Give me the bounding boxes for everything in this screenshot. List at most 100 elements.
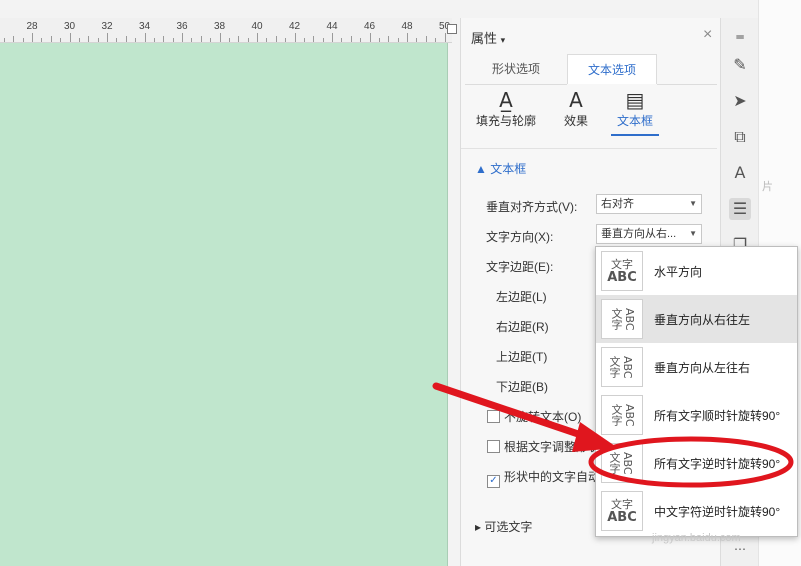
ruler-minor-tick	[50, 36, 52, 42]
subtab-text-box[interactable]: ▤ 文本框	[611, 88, 659, 129]
ruler-minor-tick	[360, 38, 362, 42]
ruler-tick	[332, 33, 333, 42]
ruler-tick	[32, 33, 33, 42]
cursor-icon[interactable]: ➤	[729, 90, 751, 112]
ruler-tick-label: 48	[401, 21, 413, 32]
ruler-tick-label: 44	[326, 21, 338, 32]
ruler-minor-tick	[313, 36, 315, 42]
ruler-minor-tick	[60, 38, 62, 42]
wrap-text-checkbox[interactable]: ✓ 形状中的文字自动	[487, 468, 600, 488]
ruler-tick	[257, 33, 258, 42]
subtab-label: 文本框	[616, 114, 653, 128]
valign-label: 垂直对齐方式(V):	[486, 200, 578, 214]
ruler-minor-tick	[247, 38, 249, 42]
ruler-minor-tick	[191, 38, 193, 42]
shapes-icon[interactable]: ⧉	[729, 126, 751, 148]
section-header-optional-text[interactable]: ▸ 可选文字	[475, 518, 532, 535]
ruler-minor-tick	[238, 36, 240, 42]
ruler-tick	[219, 33, 221, 42]
text-cjk-rotate-icon: 文字 ABC	[601, 491, 643, 531]
ruler-minor-tick	[163, 36, 165, 42]
subtab-fill-outline[interactable]: A̲ 填充与轮廓	[471, 88, 541, 129]
ruler-minor-tick	[303, 38, 305, 42]
section-header-text-box[interactable]: ▲ 文本框	[475, 160, 526, 177]
direction-value: 垂直方向从右...	[601, 228, 677, 240]
ruler-tick-label: 32	[101, 21, 113, 32]
ruler-tick-label: 40	[251, 21, 263, 32]
ruler-tick	[407, 33, 408, 42]
ruler-minor-tick	[116, 38, 118, 42]
ruler-minor-tick	[153, 38, 155, 42]
ruler-minor-tick	[200, 36, 202, 42]
collapse-icon[interactable]: ═	[729, 26, 751, 48]
active-subtab-indicator	[611, 134, 659, 136]
text-horizontal-icon: 文字 ABC	[601, 251, 643, 291]
side-text: 片	[762, 181, 773, 193]
ruler-minor-tick	[350, 36, 352, 42]
ruler-minor-tick	[322, 38, 324, 42]
annotation-ellipse-icon	[588, 436, 794, 488]
ruler-handle-icon[interactable]	[447, 24, 457, 34]
watermark: jingyan.baidu.com	[652, 532, 741, 544]
valign-select[interactable]: 右对齐 ▼	[596, 194, 702, 214]
option-label: 垂直方向从左往右	[654, 361, 751, 375]
ruler-minor-tick	[22, 38, 24, 42]
ruler-tick	[144, 33, 146, 42]
panel-title[interactable]: 属性 ▾	[471, 28, 505, 47]
option-vertical-rtl[interactable]: ABC 文字 垂直方向从右往左	[596, 295, 797, 343]
subtab-label: 效果	[563, 114, 588, 128]
settings-sliders-icon[interactable]: ☰	[729, 198, 751, 220]
tab-divider	[657, 84, 717, 85]
subtab-label: 填充与轮廓	[475, 114, 536, 128]
direction-label: 文字方向(X):	[486, 230, 554, 244]
checkmark-icon: ✓	[487, 475, 500, 488]
text-vertical-rtl-icon: ABC 文字	[601, 299, 643, 339]
option-label: 中文字符逆时针旋转90°	[654, 505, 781, 519]
ruler-tick-label: 42	[288, 21, 301, 32]
selected-shape[interactable]	[0, 43, 448, 566]
chevron-down-icon: ▼	[689, 199, 697, 208]
ruler-tick-label: 46	[363, 21, 376, 32]
ruler-minor-tick	[266, 38, 268, 42]
ruler-minor-tick	[285, 38, 287, 42]
ruler-minor-tick	[13, 36, 15, 42]
option-label: 垂直方向从右往左	[654, 313, 751, 327]
ruler-tick	[182, 33, 183, 42]
ruler-minor-tick	[125, 36, 127, 42]
divider	[461, 148, 717, 149]
ruler-tick-label: 38	[213, 21, 226, 32]
option-label: 水平方向	[654, 265, 703, 279]
panel-title-text: 属性	[471, 31, 498, 46]
close-icon[interactable]: ×	[703, 26, 712, 44]
ruler-minor-tick	[210, 38, 212, 42]
direction-select[interactable]: 垂直方向从右... ▼	[596, 224, 702, 244]
ruler-minor-tick	[378, 38, 380, 42]
right-margin-label: 右边距(R)	[496, 320, 549, 334]
ruler-tick	[69, 33, 71, 42]
ruler-tick	[294, 33, 296, 42]
top-margin-label: 上边距(T)	[496, 350, 548, 364]
ruler-minor-tick	[397, 38, 399, 42]
ruler-minor-tick	[135, 38, 137, 42]
ruler-minor-tick	[435, 38, 437, 42]
ruler-minor-tick	[228, 38, 230, 42]
ruler-minor-tick	[78, 38, 80, 42]
pen-icon[interactable]: ✎	[729, 54, 751, 76]
margin-label: 文字边距(E):	[486, 260, 554, 274]
ruler-minor-tick	[3, 38, 5, 42]
subtab-effect[interactable]: A 效果	[556, 88, 596, 129]
ruler-minor-tick	[425, 36, 427, 42]
text-fill-icon: A̲	[499, 88, 513, 112]
tab-text-options[interactable]: 文本选项	[567, 54, 657, 84]
ruler-tick-label: 30	[63, 21, 76, 32]
option-label: 所有文字顺时针旋转90°	[654, 409, 781, 423]
tab-shape-options[interactable]: 形状选项	[465, 54, 567, 85]
ruler-minor-tick	[172, 38, 174, 42]
ruler-minor-tick	[41, 38, 43, 42]
option-horizontal[interactable]: 文字 ABC 水平方向	[596, 247, 797, 295]
text-style-icon[interactable]: A	[729, 162, 751, 184]
ruler-tick-label: 28	[26, 21, 38, 32]
chevron-down-icon: ▼	[689, 229, 697, 238]
horizontal-ruler[interactable]: 28 30 32 34 36 38 40 42 44 46 48 50	[0, 18, 452, 43]
option-cjk-rotate-ccw[interactable]: 文字 ABC 中文字符逆时针旋转90°	[596, 487, 797, 535]
